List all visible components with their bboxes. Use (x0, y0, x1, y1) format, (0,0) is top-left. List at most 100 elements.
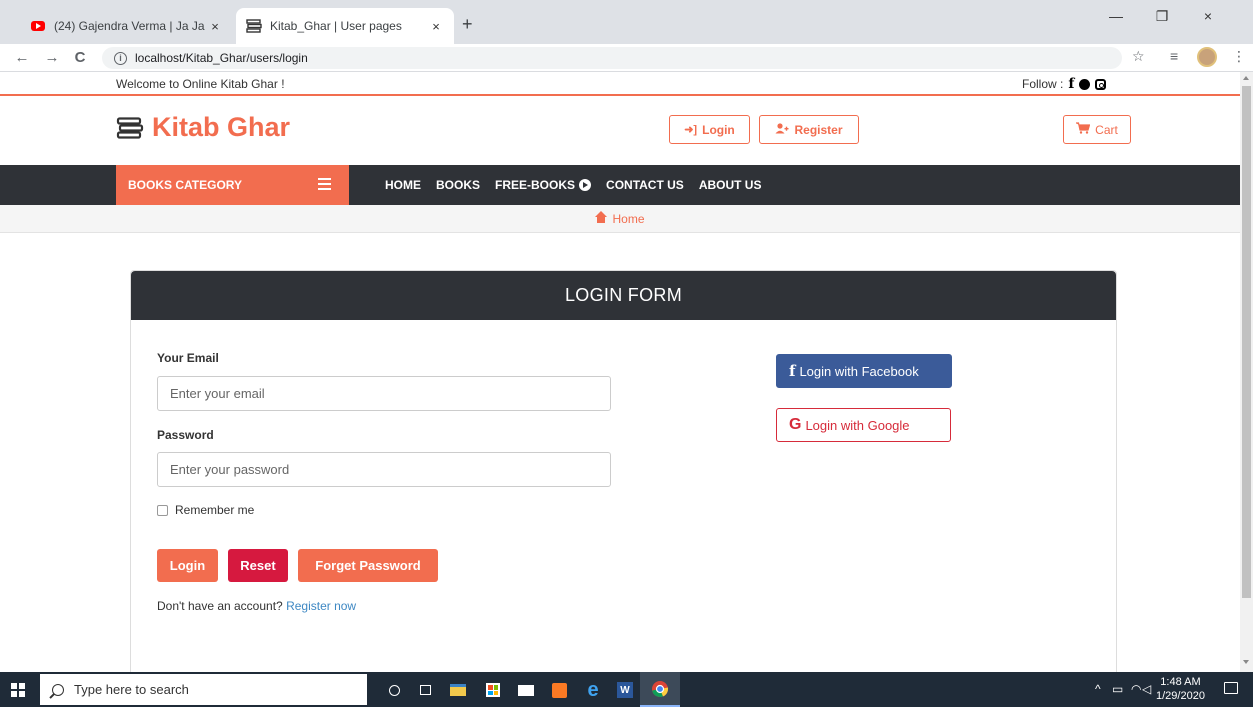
address-bar-row: ← → C i localhost/Kitab_Ghar/users/login… (0, 44, 1253, 72)
profile-avatar[interactable] (1197, 47, 1217, 67)
wifi-icon[interactable]: ◠ (1131, 682, 1141, 696)
windows-start-icon[interactable] (11, 683, 25, 697)
nav-free-books-label: FREE-BOOKS (495, 178, 576, 192)
header-login-button[interactable]: ➜] Login (669, 115, 750, 144)
login-with-google-button[interactable]: G Login with Google (776, 408, 951, 442)
store-icon[interactable] (483, 680, 503, 700)
back-button[interactable]: ← (10, 49, 34, 66)
url-field[interactable]: i localhost/Kitab_Ghar/users/login (102, 47, 1122, 69)
login-with-facebook-button[interactable]: f Login with Facebook (776, 354, 952, 388)
register-now-link[interactable]: Register now (286, 599, 356, 613)
reset-button[interactable]: Reset (228, 549, 288, 582)
volume-icon[interactable]: ◁ (1142, 682, 1151, 696)
cortana-icon[interactable] (384, 680, 404, 700)
follow-links: Follow : f (1022, 76, 1107, 92)
search-icon (52, 683, 64, 696)
site-logo[interactable]: Kitab Ghar (116, 112, 290, 143)
arrow-circle-right-icon (579, 179, 592, 191)
google-plus-icon[interactable] (1079, 78, 1091, 90)
edge-icon[interactable]: e (583, 679, 603, 701)
site-header: Kitab Ghar ➜] Login Register Cart (0, 98, 1240, 165)
file-explorer-icon[interactable] (448, 680, 468, 700)
close-window-button[interactable]: × (1185, 8, 1231, 24)
clock-date: 1/29/2020 (1156, 690, 1205, 702)
books-category-button[interactable]: BOOKS CATEGORY (116, 165, 349, 205)
clock-time: 1:48 AM (1160, 676, 1201, 688)
header-register-button[interactable]: Register (759, 115, 859, 144)
facebook-icon[interactable]: f (1068, 76, 1074, 92)
cart-label: Cart (1095, 122, 1118, 137)
header-login-label: Login (702, 122, 735, 137)
remember-me-label: Remember me (175, 503, 255, 517)
signup-prompt: Don't have an account? Register now (157, 599, 356, 613)
scroll-down-icon[interactable] (1243, 660, 1249, 664)
nav-about-link[interactable]: ABOUT US (699, 178, 762, 192)
facebook-login-label: Login with Facebook (799, 363, 919, 379)
remember-me: Remember me (157, 503, 254, 517)
follow-label: Follow : (1022, 77, 1064, 91)
books-icon (116, 116, 144, 139)
url-text: localhost/Kitab_Ghar/users/login (135, 51, 308, 65)
email-label: Your Email (157, 351, 219, 365)
breadcrumb-home-link[interactable]: Home (612, 212, 644, 226)
tab-title: (24) Gajendra Verma | Ja Ja Ja | V (54, 19, 207, 33)
reload-button[interactable]: C (68, 49, 92, 66)
google-icon: G (789, 416, 802, 433)
mail-icon[interactable] (516, 680, 536, 700)
welcome-text: Welcome to Online Kitab Ghar ! (116, 77, 285, 91)
nav-books-link[interactable]: BOOKS (436, 178, 480, 192)
scrollbar-thumb[interactable] (1242, 86, 1251, 598)
login-card: LOGIN FORM Your Email Password Remember … (130, 270, 1117, 690)
page-scrollbar[interactable] (1240, 72, 1253, 672)
header-register-label: Register (794, 122, 843, 137)
browser-menu-icon[interactable]: ⋮ (1232, 48, 1246, 65)
forward-button[interactable]: → (40, 49, 64, 66)
new-tab-button[interactable]: + (462, 14, 473, 35)
instagram-icon[interactable] (1095, 78, 1107, 90)
cart-icon (1076, 122, 1091, 137)
list-icon (318, 178, 331, 190)
tab-close-icon[interactable]: × (207, 19, 223, 34)
home-icon (595, 210, 608, 224)
password-input[interactable] (157, 452, 611, 487)
minimize-button[interactable]: — (1093, 8, 1139, 24)
notification-icon[interactable] (1224, 682, 1238, 694)
brand-name: Kitab Ghar (152, 112, 291, 142)
breadcrumb: Home (0, 205, 1240, 233)
taskbar-search[interactable]: Type here to search (40, 674, 367, 705)
signup-prompt-text: Don't have an account? (157, 599, 283, 613)
cart-button[interactable]: Cart (1063, 115, 1131, 144)
login-form-title: LOGIN FORM (131, 271, 1116, 320)
nav-contact-link[interactable]: CONTACT US (606, 178, 684, 192)
scroll-up-icon[interactable] (1243, 76, 1249, 80)
tab-title: Kitab_Ghar | User pages (270, 19, 402, 33)
forget-password-button[interactable]: Forget Password (298, 549, 438, 582)
user-plus-icon (775, 122, 789, 137)
password-label: Password (157, 428, 214, 442)
reading-list-icon[interactable]: ≡ (1170, 48, 1178, 64)
chrome-icon[interactable] (640, 672, 680, 707)
battery-icon[interactable]: ▭ (1112, 682, 1123, 696)
info-icon[interactable]: i (114, 51, 127, 65)
main-navbar: BOOKS CATEGORY HOME BOOKS FREE-BOOKS CON… (0, 165, 1240, 205)
email-input[interactable] (157, 376, 611, 411)
tray-chevron-icon[interactable]: ^ (1095, 682, 1101, 696)
browser-tab-youtube[interactable]: (24) Gajendra Verma | Ja Ja Ja | V × (20, 8, 233, 44)
xampp-icon[interactable] (549, 680, 569, 700)
remember-me-checkbox[interactable] (157, 504, 168, 516)
bookmark-star-icon[interactable]: ☆ (1132, 48, 1145, 65)
nav-free-books-link[interactable]: FREE-BOOKS (495, 178, 592, 192)
top-strip: Welcome to Online Kitab Ghar ! Follow : … (0, 72, 1240, 96)
task-view-icon[interactable] (415, 680, 435, 700)
books-category-label: BOOKS CATEGORY (128, 178, 243, 192)
taskbar-clock[interactable]: 1:48 AM 1/29/2020 (1156, 675, 1205, 703)
youtube-icon (30, 18, 46, 34)
login-button[interactable]: Login (157, 549, 218, 582)
browser-tab-strip: (24) Gajendra Verma | Ja Ja Ja | V × Kit… (0, 0, 1253, 44)
maximize-button[interactable]: ❐ (1139, 8, 1185, 25)
word-icon[interactable]: W (615, 680, 635, 700)
tab-close-icon[interactable]: × (428, 19, 444, 34)
taskbar-search-placeholder: Type here to search (74, 682, 189, 697)
browser-tab-kitab-ghar[interactable]: Kitab_Ghar | User pages × (236, 8, 454, 44)
nav-home-link[interactable]: HOME (385, 178, 421, 192)
